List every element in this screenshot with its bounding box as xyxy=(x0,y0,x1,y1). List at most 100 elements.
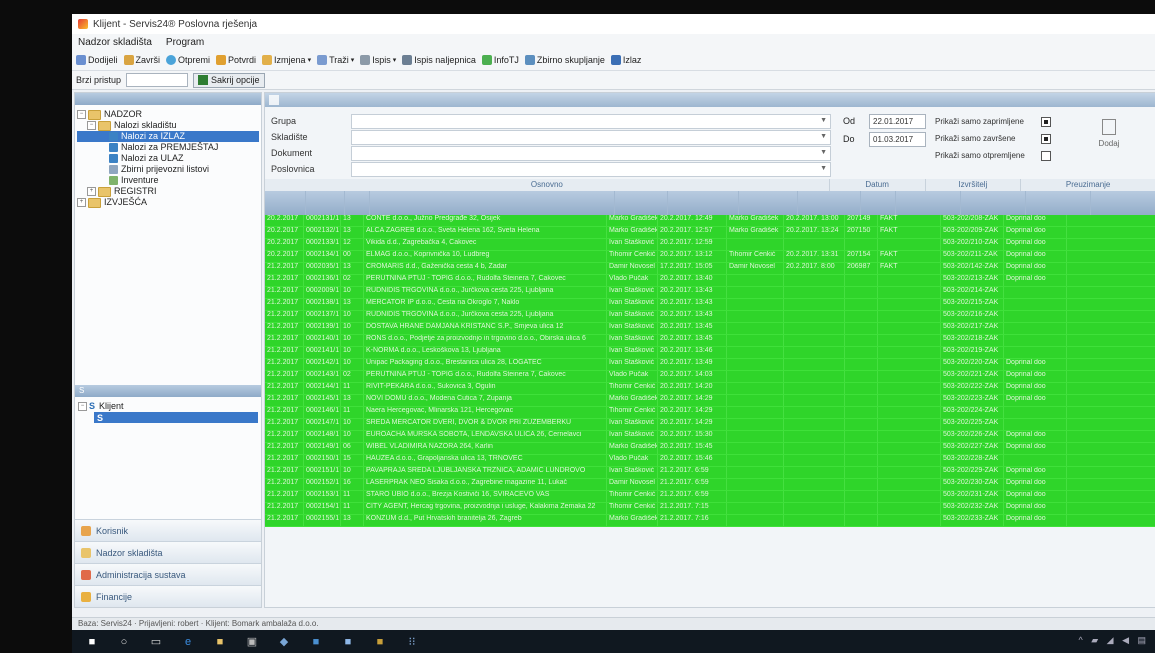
add-button[interactable]: Dodaj xyxy=(1085,113,1133,153)
nav-korisnik[interactable]: Korisnik xyxy=(75,519,261,541)
menu-nadzor-skladista[interactable]: Nadzor skladišta xyxy=(78,37,152,48)
task-view-icon[interactable]: ▭ xyxy=(150,636,162,648)
cell-id xyxy=(845,323,878,334)
menu-program[interactable]: Program xyxy=(166,37,204,48)
table-row[interactable]: 21.2.2017 0002147/1 10 SREDA MERCATOR DVERI… xyxy=(265,419,1155,431)
table-row[interactable]: 21.2.2017 0002148/1 10 EUROACHA MURSKA SOBO… xyxy=(265,431,1155,443)
toolbar-zbirno-skupljanje-button[interactable]: Zbirno skupljanje xyxy=(524,55,605,65)
hide-options-button[interactable]: Sakrij opcije xyxy=(193,72,265,88)
table-row[interactable]: 21.2.2017 0002138/1 13 MERCATOR IP d.o.o., … xyxy=(265,299,1155,311)
grid-header-cell[interactable] xyxy=(306,191,345,215)
tree-item-nalozi-za-izlaz[interactable]: Nalozi za IZLAZ xyxy=(77,131,259,142)
nav-financije[interactable]: Financije xyxy=(75,585,261,607)
table-row[interactable]: 20.2.2017 0002132/1 13 ALCA ZAGREB d.o.o., … xyxy=(265,227,1155,239)
cell-created: 21.2.2017. 6:59 xyxy=(658,467,727,478)
tree-item-inventure[interactable]: Inventure xyxy=(77,175,259,186)
app-icon[interactable]: ⁝⁝ xyxy=(406,636,418,648)
nav-nadzor-skladista[interactable]: Nadzor skladišta xyxy=(75,541,261,563)
file-explorer-icon[interactable]: ■ xyxy=(214,636,226,648)
grid-header-cell[interactable] xyxy=(615,191,668,215)
table-row[interactable]: 21.2.2017 0002140/1 10 RONS d.o.o., Podjetj… xyxy=(265,335,1155,347)
grid-header-cell[interactable] xyxy=(896,191,961,215)
table-row[interactable]: 21.2.2017 0002139/1 10 DOSTAVA HRANE DAMJAN… xyxy=(265,323,1155,335)
table-row[interactable]: 21.2.2017 0002155/1 13 KONZUM d.d., Put Hrv… xyxy=(265,515,1155,527)
table-row[interactable]: 21.2.2017 0002145/1 13 NOVI DOMU d.o.o., Mo… xyxy=(265,395,1155,407)
toolbar-infotj-button[interactable]: InfoTJ xyxy=(481,55,519,65)
tree-item-nalozi-za-ulaz[interactable]: Nalozi za ULAZ xyxy=(77,153,259,164)
toolbar-trazi-button[interactable]: Traži ▾ xyxy=(317,55,354,65)
toolbar-zavrsi-button[interactable]: Završi xyxy=(123,55,160,65)
client-selected-item[interactable]: S xyxy=(94,412,258,423)
tree-item-zbirni-prijevozni-listovi[interactable]: Zbirni prijevozni listovi xyxy=(77,164,259,175)
windows-start-icon[interactable]: ■ xyxy=(86,636,98,648)
tree-node-nalozi-skladistu[interactable]: − Nalozi skladištu xyxy=(77,120,259,131)
grupa-combo[interactable]: ▼ xyxy=(351,114,831,129)
tree-node-registri[interactable]: + REGISTRI xyxy=(77,186,259,197)
table-row[interactable]: 21.2.2017 0002144/1 11 RIVIT-PEKARA d.o.o.,… xyxy=(265,383,1155,395)
store-icon[interactable]: ▣ xyxy=(246,636,258,648)
grid-header-cell[interactable] xyxy=(1026,191,1091,215)
grid-header-cell[interactable] xyxy=(370,191,615,215)
toolbar-dodijeli-button[interactable]: Dodijeli xyxy=(76,55,118,65)
toolbar-ispis-button[interactable]: Ispis ▾ xyxy=(360,55,396,65)
edge-browser-icon[interactable]: e xyxy=(182,636,194,648)
toolbar-potvrdi-button[interactable]: Potvrdi xyxy=(216,55,256,65)
grid-header-cell[interactable] xyxy=(265,191,306,215)
show-finished-checkbox[interactable] xyxy=(1041,134,1051,144)
table-row[interactable]: 21.2.2017 0002146/1 11 Naera Hercegovac, Ml… xyxy=(265,407,1155,419)
table-row[interactable]: 21.2.2017 0002149/1 06 WIBEL VLADIMIRA NAZO… xyxy=(265,443,1155,455)
table-row[interactable]: 21.2.2017 0002143/1 02 PERUTNINA PTUJ - TOP… xyxy=(265,371,1155,383)
table-row[interactable]: 21.2.2017 0002137/1 10 RUDNIDIS TRGOVINA d.… xyxy=(265,311,1155,323)
show-dispatched-checkbox[interactable] xyxy=(1041,151,1051,161)
grid-header-cell[interactable] xyxy=(961,191,1026,215)
show-received-checkbox[interactable] xyxy=(1041,117,1051,127)
expand-icon[interactable]: + xyxy=(77,198,86,207)
table-row[interactable]: 21.2.2017 0002150/1 15 HAUZEA d.o.o., Grapo… xyxy=(265,455,1155,467)
table-row[interactable]: 21.2.2017 0002151/1 10 PAVAPRAJA SREDA LJUB… xyxy=(265,467,1155,479)
search-icon[interactable]: ○ xyxy=(118,636,130,648)
cell-doc: 503-202/226-ZAK xyxy=(941,431,1004,442)
toolbar-ispis-naljepnica-button[interactable]: Ispis naljepnica xyxy=(402,55,476,65)
date-to-input[interactable]: 01.03.2017 xyxy=(869,132,926,147)
table-row[interactable]: 21.2.2017 0002035/1 13 CROMARIS d.d., Gažen… xyxy=(265,263,1155,275)
client-node[interactable]: − S Klijent xyxy=(78,400,258,412)
grid-header-cell[interactable] xyxy=(861,191,896,215)
table-row[interactable]: 21.2.2017 0002009/1 10 RUDNIDIS TRGOVINA d.… xyxy=(265,287,1155,299)
tree-node-izvjesca[interactable]: + IZVJEŠĆA xyxy=(77,197,259,208)
quick-access-input[interactable] xyxy=(126,73,189,87)
skladiste-combo[interactable]: ▼ xyxy=(351,130,831,145)
tree-item-nalozi-za-premjestaj[interactable]: Nalozi za PREMJEŠTAJ xyxy=(77,142,259,153)
table-row[interactable]: 21.2.2017 0002153/1 11 STARO UBIO d.o.o., B… xyxy=(265,491,1155,503)
expand-icon[interactable]: + xyxy=(87,187,96,196)
app-icon[interactable]: ■ xyxy=(310,636,322,648)
table-row[interactable]: 21.2.2017 0002152/1 16 LASERPRAK NEO Sisaka… xyxy=(265,479,1155,491)
dokument-combo[interactable]: ▼ xyxy=(351,146,831,161)
app-icon[interactable]: ◆ xyxy=(278,636,290,648)
table-row[interactable]: 20.2.2017 0002131/1 13 CONTE d.o.o., Južno … xyxy=(265,215,1155,227)
table-row[interactable]: 21.2.2017 0002141/1 10 K-NORMA d.o.o., Lesk… xyxy=(265,347,1155,359)
date-from-input[interactable]: 22.01.2017 xyxy=(869,114,926,129)
table-row[interactable]: 20.2.2017 0002133/1 12 Vikida d.d., Zagreba… xyxy=(265,239,1155,251)
poslovnica-combo[interactable]: ▼ xyxy=(351,162,831,177)
app-icon[interactable]: ■ xyxy=(342,636,354,648)
grid-header-cell[interactable] xyxy=(345,191,370,215)
table-row[interactable]: 21.2.2017 0002142/1 10 Unipac Packaging d.o… xyxy=(265,359,1155,371)
toolbar-izlaz-button[interactable]: Izlaz xyxy=(610,55,641,65)
table-row[interactable]: 20.2.2017 0002134/1 00 ELMAG d.o.o., Kopriv… xyxy=(265,251,1155,263)
app-icon[interactable]: ■ xyxy=(374,636,386,648)
table-row[interactable]: 21.2.2017 0002154/1 11 CITY AGENT, Hercag t… xyxy=(265,503,1155,515)
collapse-icon[interactable]: − xyxy=(78,401,87,411)
table-row[interactable]: 21.2.2017 0002136/1 02 PERUTNINA PTUJ - TOP… xyxy=(265,275,1155,287)
grid-header-cell[interactable] xyxy=(739,191,798,215)
toolbar-izmjena-button[interactable]: Izmjena ▾ xyxy=(262,55,311,65)
grid-header-cell[interactable] xyxy=(798,191,861,215)
collapse-icon[interactable]: − xyxy=(77,110,86,119)
search-icon xyxy=(317,55,328,65)
toolbar-otpremi-button[interactable]: Otpremi xyxy=(166,55,210,65)
nav-administracija-sustava[interactable]: Administracija sustava xyxy=(75,563,261,585)
grid-header-cell[interactable] xyxy=(668,191,739,215)
tree-node-nadzor[interactable]: − NADZOR xyxy=(77,109,259,120)
system-tray[interactable]: ^ ▰ ◢ ◀ ▤ xyxy=(1079,635,1150,646)
collapse-icon[interactable]: − xyxy=(87,121,96,130)
cell-date: 21.2.2017 xyxy=(265,515,304,526)
